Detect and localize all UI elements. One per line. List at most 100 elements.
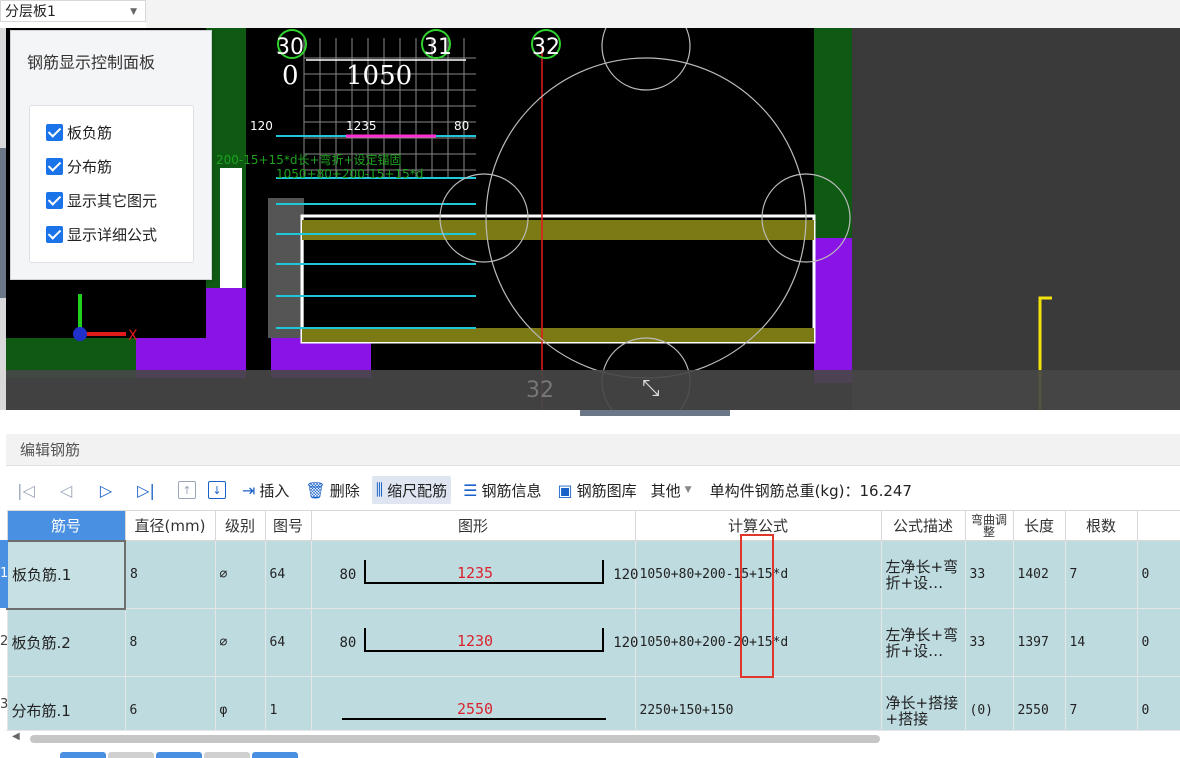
shape-right-value: 120: [613, 634, 639, 651]
move-up-icon[interactable]: ↑: [178, 481, 196, 499]
footer-tab[interactable]: [204, 752, 250, 758]
cell-count[interactable]: 14: [1064, 608, 1138, 677]
scale-rebar-button[interactable]: ⫼ 缩尺配筋: [371, 476, 452, 504]
next-record-icon[interactable]: ▷: [86, 481, 126, 500]
cell-bend-adjust[interactable]: 33: [964, 540, 1014, 609]
rebar-shape: 80 1235 120: [316, 559, 639, 590]
row-index[interactable]: 2: [0, 608, 10, 676]
cell-formula-desc[interactable]: 净长+搭接+搭接: [880, 676, 966, 734]
horizontal-scrollbar[interactable]: ◀: [6, 730, 1180, 746]
cell-length[interactable]: 1402: [1012, 540, 1066, 609]
cell-diameter[interactable]: 8: [124, 608, 216, 677]
cell-figure-no[interactable]: 1: [264, 676, 312, 734]
cell-rebar-no[interactable]: 板负筋.1: [6, 539, 126, 610]
checkbox-icon[interactable]: [46, 192, 63, 209]
cell-length[interactable]: 2550: [1012, 676, 1066, 734]
cell-count[interactable]: 7: [1064, 676, 1138, 734]
cell-shape[interactable]: 80 1230 120: [310, 608, 639, 677]
cell-grade[interactable]: φ: [214, 676, 266, 734]
panel-title: 钢筋显示控制面板: [27, 53, 156, 72]
previous-record-icon[interactable]: ◁: [46, 481, 86, 500]
col-extra[interactable]: [1136, 510, 1180, 541]
rebar-info-button[interactable]: ☰ 钢筋信息: [459, 476, 545, 504]
option-show-detailed-formula[interactable]: 显示详细公式: [46, 224, 157, 245]
checkbox-icon[interactable]: [46, 226, 63, 243]
trash-icon: 🗑: [305, 480, 326, 500]
col-count[interactable]: 根数: [1064, 510, 1138, 541]
cell-shape[interactable]: 80 1235 120: [310, 540, 639, 609]
total-weight-label: 单构件钢筋总重(kg)：16.247: [709, 481, 912, 500]
cell-count[interactable]: 7: [1064, 540, 1138, 609]
last-record-icon[interactable]: ▷|: [126, 481, 166, 500]
col-diameter[interactable]: 直径(mm): [124, 510, 216, 541]
rebar-editor: 编辑钢筋 |◁ ◁ ▷ ▷| ↑ ↓ ⇥ 插入 🗑 删除 ⫼ 缩尺配筋 ☰ 钢筋信息 ▣…: [0, 416, 1180, 758]
move-down-icon[interactable]: ↓: [208, 481, 226, 499]
rebar-label-80: 80: [454, 119, 469, 133]
shrink-icon[interactable]: ⤡: [642, 376, 660, 401]
cell-rebar-no[interactable]: 板负筋.2: [6, 608, 126, 677]
footer-tab[interactable]: [156, 752, 202, 758]
cell-formula[interactable]: 2250+150+150: [634, 676, 882, 734]
cell-figure-no[interactable]: 64: [264, 608, 312, 677]
scrollbar-thumb[interactable]: [30, 735, 880, 743]
cell-diameter[interactable]: 8: [124, 540, 216, 609]
row-index[interactable]: 1: [0, 540, 8, 608]
option-slab-negative-rebar[interactable]: 板负筋: [46, 122, 112, 143]
row-index[interactable]: 3: [0, 676, 10, 734]
checkbox-icon[interactable]: [46, 124, 63, 141]
cell-formula-desc[interactable]: 左净长+弯折+设…: [880, 540, 966, 609]
cell-figure-no[interactable]: 64: [264, 540, 312, 609]
footer-tab[interactable]: [60, 752, 106, 758]
rebar-shape: 2550: [316, 696, 635, 726]
shape-right-value: 120: [613, 566, 639, 583]
cell-bend-adjust[interactable]: 33: [964, 608, 1014, 677]
checkbox-icon[interactable]: [46, 158, 63, 175]
cell-extra[interactable]: 0: [1136, 676, 1180, 734]
cell-grade[interactable]: ⌀: [214, 608, 266, 677]
col-bend-adjust[interactable]: 弯曲调整: [964, 510, 1014, 541]
grid-label-30: 30: [276, 35, 304, 60]
axis-x-label: X: [128, 328, 138, 344]
table-row[interactable]: 板负筋.1 8 ⌀ 64 80 1235 120 1050+80+200-15+…: [6, 539, 1180, 610]
col-shape[interactable]: 图形: [310, 510, 636, 541]
col-formula-desc[interactable]: 公式描述: [880, 510, 966, 541]
footer-tab[interactable]: [252, 752, 298, 758]
col-grade[interactable]: 级别: [214, 510, 266, 541]
cell-grade[interactable]: ⌀: [214, 540, 266, 609]
rebar-label-1235: 1235: [346, 119, 377, 133]
option-distribution-rebar[interactable]: 分布筋: [46, 156, 112, 177]
rebar-library-button[interactable]: ▣ 钢筋图库: [554, 476, 641, 504]
cell-formula-desc[interactable]: 左净长+弯折+设…: [880, 608, 966, 677]
cell-length[interactable]: 1397: [1012, 608, 1066, 677]
cell-extra[interactable]: 0: [1136, 540, 1180, 609]
green-formula-2: 1050+80+200-15+15*d: [276, 167, 423, 181]
chevron-down-icon: ▼: [684, 485, 692, 495]
shape-length-value: 1235: [456, 563, 494, 582]
delete-button[interactable]: 🗑 删除: [301, 476, 363, 504]
col-figure-no[interactable]: 图号: [264, 510, 312, 541]
first-record-icon[interactable]: |◁: [6, 481, 46, 500]
scroll-left-icon[interactable]: ◀: [12, 731, 20, 742]
shape-line: [341, 717, 606, 720]
layer-select[interactable]: 分层板1 ▼: [0, 0, 146, 22]
cell-bend-adjust[interactable]: (0): [964, 676, 1014, 734]
col-length[interactable]: 长度: [1012, 510, 1066, 541]
dim-1050: 1050: [346, 61, 412, 91]
option-show-other-elements[interactable]: 显示其它图元: [46, 190, 157, 211]
col-rebar-no[interactable]: 筋号: [6, 510, 126, 541]
cell-extra[interactable]: 0: [1136, 608, 1180, 677]
dim-0: 0: [282, 61, 299, 91]
table-row[interactable]: 分布筋.1 6 φ 1 2550 2250+150+150 净长+搭接+搭接 (…: [6, 676, 1180, 734]
other-menu-button[interactable]: 其他 ▼: [647, 476, 696, 504]
footer-tab[interactable]: [108, 752, 154, 758]
cell-shape[interactable]: 2550: [310, 676, 636, 734]
highlight-annotation-box: [740, 534, 774, 678]
library-icon: ▣: [557, 480, 573, 500]
table-row[interactable]: 板负筋.2 8 ⌀ 64 80 1230 120 1050+80+200-20+…: [6, 608, 1180, 677]
green-formula-1: 200-15+15*d长+弯折+设定锚固: [216, 152, 402, 167]
insert-button[interactable]: ⇥ 插入: [238, 476, 293, 504]
footer-tabs: [60, 752, 298, 758]
cell-diameter[interactable]: 6: [124, 676, 216, 734]
editor-toolbar: |◁ ◁ ▷ ▷| ↑ ↓ ⇥ 插入 🗑 删除 ⫼ 缩尺配筋 ☰ 钢筋信息 ▣ 钢筋图库 …: [6, 474, 1180, 506]
cell-rebar-no[interactable]: 分布筋.1: [6, 676, 126, 734]
